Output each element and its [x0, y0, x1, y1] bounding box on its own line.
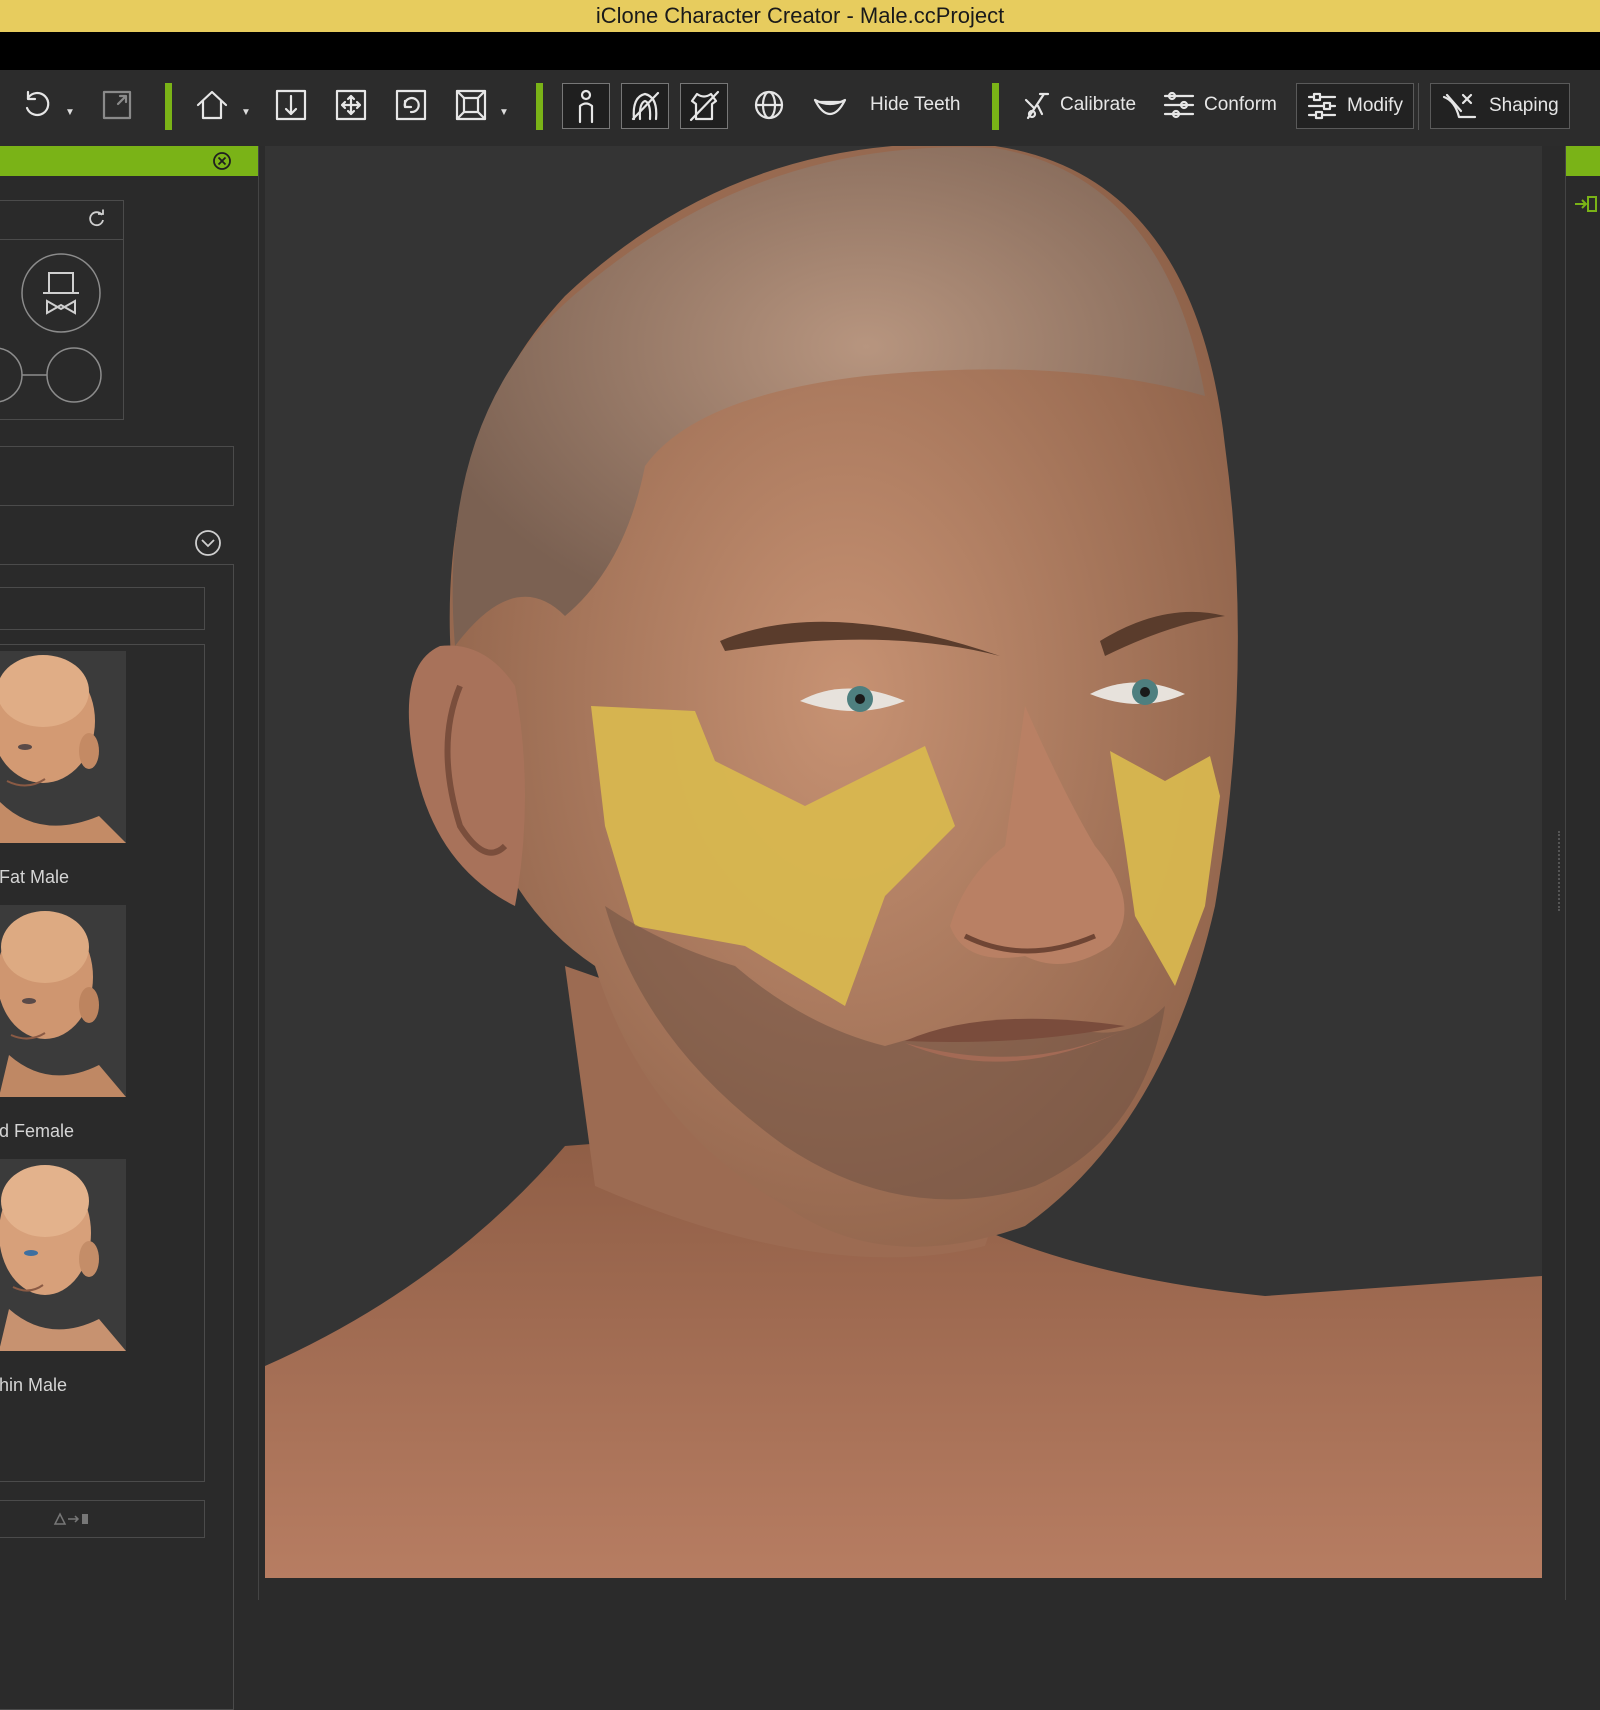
expand-icon [102, 90, 132, 120]
undo-button[interactable]: ▼ [14, 83, 81, 127]
close-icon[interactable] [212, 151, 232, 171]
show-body-button[interactable] [562, 83, 610, 129]
modify-label: Modify [1347, 95, 1403, 116]
hide-cloth-button[interactable] [680, 83, 728, 129]
sliders-icon [1307, 92, 1337, 120]
panel-header [0, 146, 258, 176]
chevron-down-icon[interactable]: ▼ [241, 107, 251, 118]
divider [0, 239, 123, 240]
search-input[interactable] [0, 587, 205, 630]
toolbar-separator [992, 83, 999, 130]
preset-label: hin Male [0, 1375, 68, 1395]
shaping-icon [1442, 93, 1477, 119]
chevron-down-icon[interactable]: ▼ [499, 107, 509, 118]
conform-icon [1163, 91, 1195, 119]
move-button[interactable] [328, 83, 374, 127]
outfit-icon [43, 272, 79, 315]
move-vertical-icon [275, 89, 307, 121]
mode-selector-box [0, 200, 124, 420]
conform-label: Conform [1204, 94, 1277, 115]
head-preview-image [0, 905, 126, 1097]
preset-label: d Female [0, 1121, 75, 1141]
apply-morph-icon [53, 1512, 88, 1525]
window-title: iClone Character Creator - Male.ccProjec… [595, 3, 1005, 28]
hide-hair-icon [631, 91, 660, 121]
right-panel [1558, 146, 1600, 1600]
title-bar: iClone Character Creator - Male.ccProjec… [0, 0, 1600, 32]
wireframe-button[interactable] [746, 83, 792, 127]
refresh-icon[interactable] [87, 209, 107, 229]
info-box [0, 446, 234, 506]
preset-thumbnail-fat-male[interactable] [0, 651, 126, 843]
toolbar-divider [1418, 83, 1419, 130]
rotate-icon [395, 89, 427, 121]
main-toolbar: ▼ ▼ ▼ Hide Teeth Calibrate Conform Modif… [0, 70, 1600, 146]
outfit-mode-button[interactable] [19, 251, 103, 335]
hide-cloth-icon [689, 90, 720, 122]
toolbar-separator [536, 83, 543, 130]
calibrate-button[interactable]: Calibrate [1016, 83, 1142, 127]
hide-accessory-button[interactable] [621, 83, 669, 129]
body-icon [578, 89, 594, 124]
home-button[interactable]: ▼ [188, 83, 257, 127]
move-icon [335, 89, 367, 121]
apply-button[interactable] [0, 1500, 205, 1538]
content-panel: Fat Male d Female hin Male [0, 146, 259, 1710]
conform-button[interactable]: Conform [1156, 83, 1283, 127]
collapse-button[interactable] [194, 529, 222, 557]
head-preview-image [0, 651, 126, 843]
modify-button[interactable]: Modify [1296, 83, 1414, 129]
home-icon [196, 90, 228, 120]
chevron-down-icon[interactable]: ▼ [65, 107, 75, 118]
dock-icon[interactable] [1574, 194, 1598, 214]
globe-icon [754, 90, 784, 120]
3d-viewport[interactable] [265, 146, 1542, 1578]
mouth-icon [813, 98, 847, 116]
morph-mode-button[interactable] [0, 341, 109, 409]
rotate-button[interactable] [388, 83, 434, 127]
panel-header [1566, 146, 1600, 176]
character-head-render [265, 146, 1542, 1578]
calibrate-label: Calibrate [1060, 94, 1137, 115]
hide-teeth-label: Hide Teeth [870, 94, 961, 115]
preset-list[interactable]: Fat Male d Female hin Male [0, 644, 205, 1482]
preset-thumbnail-thin-male[interactable] [0, 1159, 126, 1351]
splitter-handle[interactable] [1558, 831, 1564, 911]
head-preview-image [0, 1159, 126, 1351]
fit-view-button[interactable]: ▼ [448, 83, 515, 127]
move-vertical-button[interactable] [268, 83, 314, 127]
calibrate-icon [1024, 92, 1050, 120]
toolbar-separator [165, 83, 172, 130]
menu-bar [0, 32, 1600, 70]
shaping-button[interactable]: Shaping [1430, 83, 1570, 129]
hide-teeth-button[interactable]: Hide Teeth [806, 83, 967, 127]
fit-view-icon [455, 89, 487, 121]
fullscreen-button[interactable] [94, 83, 140, 127]
shaping-label: Shaping [1489, 95, 1559, 116]
preset-thumbnail-female[interactable] [0, 905, 126, 1097]
preset-label: Fat Male [0, 867, 70, 887]
chevron-down-icon [201, 539, 215, 548]
undo-icon [25, 90, 50, 117]
